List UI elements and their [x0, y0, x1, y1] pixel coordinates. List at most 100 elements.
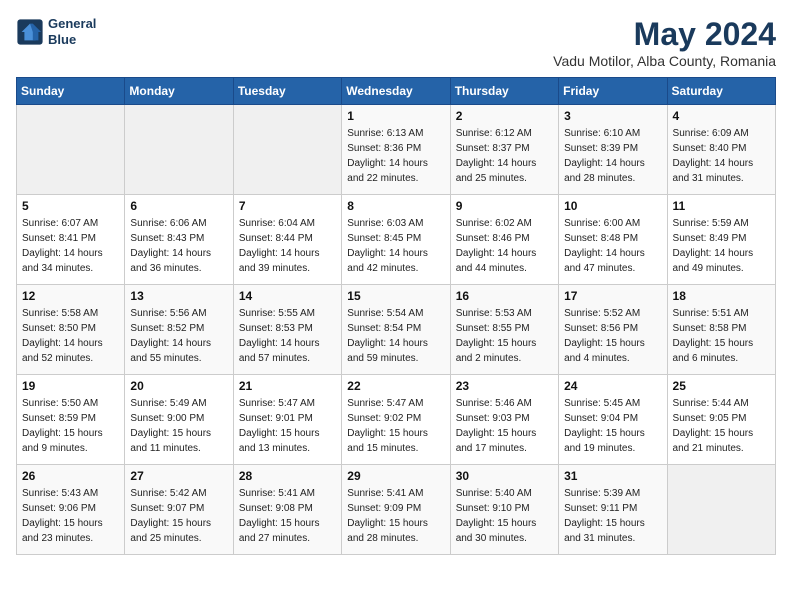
day-number: 24: [564, 379, 661, 393]
day-cell: 25 Sunrise: 5:44 AM Sunset: 9:05 PM Dayli…: [667, 375, 775, 465]
day-number: 31: [564, 469, 661, 483]
day-cell: [233, 105, 341, 195]
day-detail: Sunrise: 5:44 AM Sunset: 9:05 PM Dayligh…: [673, 396, 770, 456]
day-number: 26: [22, 469, 119, 483]
day-number: 9: [456, 199, 553, 213]
day-number: 20: [130, 379, 227, 393]
day-cell: 9 Sunrise: 6:02 AM Sunset: 8:46 PM Daylig…: [450, 195, 558, 285]
day-cell: 2 Sunrise: 6:12 AM Sunset: 8:37 PM Daylig…: [450, 105, 558, 195]
day-cell: 18 Sunrise: 5:51 AM Sunset: 8:58 PM Dayli…: [667, 285, 775, 375]
logo-line2: Blue: [48, 32, 96, 48]
day-cell: 10 Sunrise: 6:00 AM Sunset: 8:48 PM Dayli…: [559, 195, 667, 285]
day-number: 28: [239, 469, 336, 483]
day-header-saturday: Saturday: [667, 78, 775, 105]
day-number: 6: [130, 199, 227, 213]
day-cell: [667, 465, 775, 555]
day-header-monday: Monday: [125, 78, 233, 105]
calendar-table: SundayMondayTuesdayWednesdayThursdayFrid…: [16, 77, 776, 555]
day-cell: 6 Sunrise: 6:06 AM Sunset: 8:43 PM Daylig…: [125, 195, 233, 285]
day-detail: Sunrise: 6:00 AM Sunset: 8:48 PM Dayligh…: [564, 216, 661, 276]
day-detail: Sunrise: 6:04 AM Sunset: 8:44 PM Dayligh…: [239, 216, 336, 276]
day-number: 13: [130, 289, 227, 303]
day-cell: 28 Sunrise: 5:41 AM Sunset: 9:08 PM Dayli…: [233, 465, 341, 555]
day-detail: Sunrise: 5:41 AM Sunset: 9:08 PM Dayligh…: [239, 486, 336, 546]
day-detail: Sunrise: 5:39 AM Sunset: 9:11 PM Dayligh…: [564, 486, 661, 546]
page-header: General Blue May 2024 Vadu Motilor, Alba…: [16, 16, 776, 69]
day-number: 30: [456, 469, 553, 483]
week-row-4: 19 Sunrise: 5:50 AM Sunset: 8:59 PM Dayli…: [17, 375, 776, 465]
day-cell: 15Sunrise: 5:54 AM Sunset: 8:54 PM Dayli…: [342, 285, 450, 375]
logo: General Blue: [16, 16, 96, 47]
day-detail: Sunrise: 5:46 AM Sunset: 9:03 PM Dayligh…: [456, 396, 553, 456]
day-number: 17: [564, 289, 661, 303]
day-number: 11: [673, 199, 770, 213]
month-title: May 2024: [553, 16, 776, 53]
day-number: 5: [22, 199, 119, 213]
title-area: May 2024 Vadu Motilor, Alba County, Roma…: [553, 16, 776, 69]
day-number: 2: [456, 109, 553, 123]
day-number: 12: [22, 289, 119, 303]
week-row-1: 1Sunrise: 6:13 AM Sunset: 8:36 PM Daylig…: [17, 105, 776, 195]
day-detail: Sunrise: 5:53 AM Sunset: 8:55 PM Dayligh…: [456, 306, 553, 366]
logo-text: General Blue: [48, 16, 96, 47]
day-detail: Sunrise: 5:41 AM Sunset: 9:09 PM Dayligh…: [347, 486, 444, 546]
day-number: 19: [22, 379, 119, 393]
day-detail: Sunrise: 6:10 AM Sunset: 8:39 PM Dayligh…: [564, 126, 661, 186]
day-number: 25: [673, 379, 770, 393]
location-title: Vadu Motilor, Alba County, Romania: [553, 53, 776, 69]
day-detail: Sunrise: 6:06 AM Sunset: 8:43 PM Dayligh…: [130, 216, 227, 276]
week-row-2: 5Sunrise: 6:07 AM Sunset: 8:41 PM Daylig…: [17, 195, 776, 285]
day-header-tuesday: Tuesday: [233, 78, 341, 105]
day-number: 8: [347, 199, 444, 213]
day-cell: 14Sunrise: 5:55 AM Sunset: 8:53 PM Dayli…: [233, 285, 341, 375]
day-detail: Sunrise: 5:50 AM Sunset: 8:59 PM Dayligh…: [22, 396, 119, 456]
day-detail: Sunrise: 6:03 AM Sunset: 8:45 PM Dayligh…: [347, 216, 444, 276]
day-cell: 7 Sunrise: 6:04 AM Sunset: 8:44 PM Daylig…: [233, 195, 341, 285]
day-number: 22: [347, 379, 444, 393]
logo-icon: [16, 18, 44, 46]
day-header-friday: Friday: [559, 78, 667, 105]
day-detail: Sunrise: 5:58 AM Sunset: 8:50 PM Dayligh…: [22, 306, 119, 366]
day-detail: Sunrise: 5:40 AM Sunset: 9:10 PM Dayligh…: [456, 486, 553, 546]
day-cell: 24 Sunrise: 5:45 AM Sunset: 9:04 PM Dayli…: [559, 375, 667, 465]
day-detail: Sunrise: 5:51 AM Sunset: 8:58 PM Dayligh…: [673, 306, 770, 366]
day-number: 16: [456, 289, 553, 303]
day-number: 3: [564, 109, 661, 123]
day-cell: 20Sunrise: 5:49 AM Sunset: 9:00 PM Dayli…: [125, 375, 233, 465]
day-cell: [125, 105, 233, 195]
day-cell: 30 Sunrise: 5:40 AM Sunset: 9:10 PM Dayli…: [450, 465, 558, 555]
day-detail: Sunrise: 5:59 AM Sunset: 8:49 PM Dayligh…: [673, 216, 770, 276]
day-detail: Sunrise: 5:47 AM Sunset: 9:02 PM Dayligh…: [347, 396, 444, 456]
day-cell: 17Sunrise: 5:52 AM Sunset: 8:56 PM Dayli…: [559, 285, 667, 375]
day-cell: 11 Sunrise: 5:59 AM Sunset: 8:49 PM Dayli…: [667, 195, 775, 285]
day-cell: 22 Sunrise: 5:47 AM Sunset: 9:02 PM Dayli…: [342, 375, 450, 465]
day-cell: 27 Sunrise: 5:42 AM Sunset: 9:07 PM Dayli…: [125, 465, 233, 555]
day-number: 15: [347, 289, 444, 303]
day-number: 4: [673, 109, 770, 123]
day-detail: Sunrise: 6:12 AM Sunset: 8:37 PM Dayligh…: [456, 126, 553, 186]
day-cell: 23 Sunrise: 5:46 AM Sunset: 9:03 PM Dayli…: [450, 375, 558, 465]
week-row-5: 26 Sunrise: 5:43 AM Sunset: 9:06 PM Dayli…: [17, 465, 776, 555]
day-number: 7: [239, 199, 336, 213]
day-cell: 3 Sunrise: 6:10 AM Sunset: 8:39 PM Daylig…: [559, 105, 667, 195]
day-number: 10: [564, 199, 661, 213]
day-number: 29: [347, 469, 444, 483]
day-number: 27: [130, 469, 227, 483]
day-header-thursday: Thursday: [450, 78, 558, 105]
day-cell: 19 Sunrise: 5:50 AM Sunset: 8:59 PM Dayli…: [17, 375, 125, 465]
day-number: 14: [239, 289, 336, 303]
day-cell: 16 Sunrise: 5:53 AM Sunset: 8:55 PM Dayli…: [450, 285, 558, 375]
day-detail: Sunrise: 6:02 AM Sunset: 8:46 PM Dayligh…: [456, 216, 553, 276]
day-number: 23: [456, 379, 553, 393]
day-detail: Sunrise: 5:45 AM Sunset: 9:04 PM Dayligh…: [564, 396, 661, 456]
day-detail: Sunrise: 5:56 AM Sunset: 8:52 PM Dayligh…: [130, 306, 227, 366]
day-number: 18: [673, 289, 770, 303]
day-cell: 13 Sunrise: 5:56 AM Sunset: 8:52 PM Dayli…: [125, 285, 233, 375]
day-cell: 26 Sunrise: 5:43 AM Sunset: 9:06 PM Dayli…: [17, 465, 125, 555]
day-cell: 31 Sunrise: 5:39 AM Sunset: 9:11 PM Dayli…: [559, 465, 667, 555]
day-detail: Sunrise: 5:43 AM Sunset: 9:06 PM Dayligh…: [22, 486, 119, 546]
day-cell: [17, 105, 125, 195]
day-detail: Sunrise: 5:47 AM Sunset: 9:01 PM Dayligh…: [239, 396, 336, 456]
day-detail: Sunrise: 5:42 AM Sunset: 9:07 PM Dayligh…: [130, 486, 227, 546]
day-header-sunday: Sunday: [17, 78, 125, 105]
